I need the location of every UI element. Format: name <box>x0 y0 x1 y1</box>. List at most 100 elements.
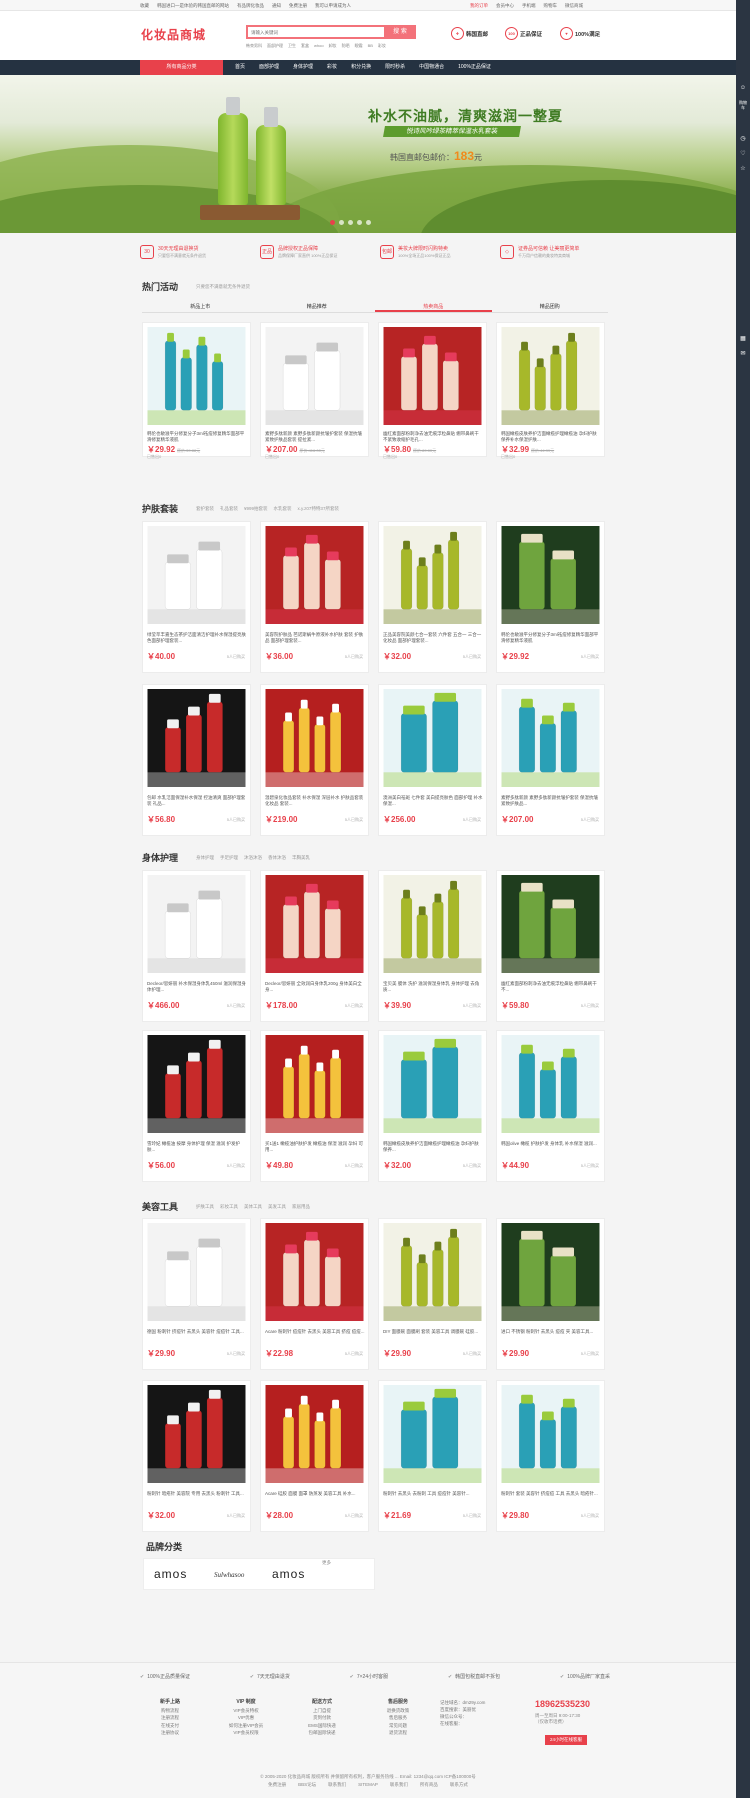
product-card[interactable]: 进口 不锈钢 粉刺针 去黑头 痘痘 夹 美容工具... ￥29.90 5人已购买 <box>496 1218 605 1370</box>
category-tag[interactable]: 家居用品 <box>292 1204 310 1210</box>
topbar-link[interactable]: 韩国进口一是体验的韩国直邮的网站 <box>157 3 229 9</box>
hero-banner[interactable]: 补水不油腻，清爽滋润一整夏 悦诗风吟绿茶精萃保湿水乳套装 韩国直邮包邮价：183… <box>0 75 736 233</box>
product-image[interactable] <box>383 875 482 973</box>
product-name[interactable]: 幽红素面部粉刺净去油无痕浮粒鼻贴 绷带鼻刷干不... <box>501 981 601 993</box>
product-card[interactable]: 韩国橄榄皮肤养护洁面橄榄护理橄榄油 孕妇护肤保养补水保湿护肤... ￥32.99 原… <box>496 322 605 459</box>
history-icon[interactable]: ◷ <box>739 135 747 143</box>
product-image[interactable] <box>383 1385 482 1483</box>
product-image[interactable] <box>501 875 600 973</box>
product-name[interactable]: Acare 硅胶 面膜 面罩 防蒸发 美容工具 补水... <box>265 1491 365 1503</box>
tab-3[interactable]: 热卖商品 <box>375 301 492 312</box>
hot-word-link[interactable]: 套盒 <box>301 43 309 49</box>
product-image[interactable] <box>501 689 600 787</box>
footer-link[interactable]: 上门自提 <box>302 1707 342 1715</box>
hot-word-link[interactable]: 卸妆 <box>329 43 337 49</box>
all-categories-button[interactable]: 所有商品分类 <box>140 60 223 75</box>
product-image[interactable] <box>383 1223 482 1321</box>
product-name[interactable]: 正品美容院美颜七合一套装 六件套 五合一 三合一化妆品 面部护理套装... <box>383 632 483 644</box>
topbar-link[interactable]: 通知 <box>272 3 281 9</box>
product-name[interactable]: 买1送1 橄榄油护肤护发 橄榄油 保湿 滋润 孕妇 可用... <box>265 1141 365 1153</box>
category-tag[interactable]: 彩妆工具 <box>220 1204 238 1210</box>
footer-link[interactable]: 货到付款 <box>302 1714 342 1722</box>
user-icon[interactable]: ☺ <box>739 85 747 93</box>
product-card[interactable]: 德国 粉刺针 挤痘针 去黑头 美容针 痘痘针 工具... ￥29.90 5人已购买 <box>142 1218 251 1370</box>
nav-item[interactable]: 限时秒杀 <box>378 60 412 75</box>
product-card[interactable]: 绿莹萃丰嘉生态茶护洁面清洁护理补水保湿提亮肤色面部护理套装... ￥40.00 5人… <box>142 521 251 673</box>
category-tag[interactable]: 水乳套装 <box>274 506 292 512</box>
product-image[interactable] <box>501 1035 600 1133</box>
hot-word-link[interactable]: 防晒 <box>342 43 350 49</box>
topbar-link[interactable]: 我可以申请成为人 <box>315 3 351 9</box>
star-icon[interactable]: ☆ <box>739 165 747 173</box>
product-name[interactable]: DIY 面膜碗 面膜刷 套装 美容工具 调膜碗 硅胶... <box>383 1329 483 1341</box>
product-image[interactable] <box>147 1385 246 1483</box>
product-card[interactable]: 韩国olive 橄榄 护肤护发 身体乳 补水保湿 滋润... ￥44.90 5人已购… <box>496 1030 605 1182</box>
product-card[interactable]: 素野多肽新颜 素野多肽新颜抗皱护套装 保湿抗皱紧致护肤品套装 提拉紧... ￥20… <box>260 322 369 459</box>
nav-item[interactable]: 中国物通合 <box>412 60 451 75</box>
product-name[interactable]: 韩伦也敏滋平分修复分子3ml祛痘修复精华面部平滑修复精华液肌 <box>147 431 247 443</box>
footer-link[interactable]: 在线支付 <box>150 1722 190 1730</box>
footer-bottom-link[interactable]: 联系我们 <box>328 1781 346 1789</box>
topbar-link[interactable]: 会员中心 <box>496 3 514 9</box>
search-button[interactable]: 搜 索 <box>384 25 416 39</box>
product-name[interactable]: 韩国olive 橄榄 护肤护发 身体乳 补水保湿 滋润... <box>501 1141 601 1153</box>
nav-item[interactable]: 面部护理 <box>252 60 286 75</box>
product-card[interactable]: 包邮 水乳洁面保湿补水保湿 控油清爽 面部护理套装 礼品... ￥56.80 5人已… <box>142 684 251 836</box>
footer-link[interactable]: VIP优惠 <box>226 1714 266 1722</box>
topbar-link[interactable]: 购物车 <box>544 3 558 9</box>
product-image[interactable] <box>265 1223 364 1321</box>
category-tag[interactable]: 丰胸美乳 <box>292 855 310 861</box>
online-service-button[interactable]: 24小时在线客服 <box>545 1735 587 1745</box>
product-card[interactable]: 韩伦也敏滋平分修复分子3ml祛痘修复精华面部平滑修复精华液肌 ￥29.92 5人已购… <box>496 521 605 673</box>
product-name[interactable]: Acare 粉刺针 痘痘针 去黑头 美容工具 挤痘 痘痘... <box>265 1329 365 1341</box>
product-image[interactable] <box>501 1385 600 1483</box>
topbar-link[interactable]: 我的订单 <box>470 3 488 9</box>
product-name[interactable]: 粉刺针 套装 美容针 挤痘痘 工具 去黑头 暗疮针... <box>501 1491 601 1503</box>
product-name[interactable]: 粉刺针 去黑头 去粉刺 工具 痘痘针 美容针... <box>383 1491 483 1503</box>
product-image[interactable] <box>501 526 600 624</box>
category-tag[interactable]: 手足护理 <box>220 855 238 861</box>
product-name[interactable]: 粉刺针 暗疮针 美容院 专用 去黑头 粉刺针 工具... <box>147 1491 247 1503</box>
hot-word-link[interactable]: 眼霜 <box>355 43 363 49</box>
category-tag[interactable]: ¥999拍套装 <box>244 506 268 512</box>
footer-link[interactable]: 如何注册VIP会员 <box>226 1722 266 1730</box>
product-image[interactable] <box>265 875 364 973</box>
product-card[interactable]: 宝贝美 膜体 洗护 滋润保湿身体乳 身体护理 去角质... ￥39.90 5人已购买 <box>378 870 487 1022</box>
product-card[interactable]: 温碧泉化妆品套装 补水保湿 深层补水 护肤品套装 化妆品 套装... ￥219.0… <box>260 684 369 836</box>
product-name[interactable]: Decleor/思妍丽 全效润白身体乳200g 身体美白全身... <box>265 981 365 993</box>
product-image[interactable] <box>501 1223 600 1321</box>
product-card[interactable]: 粉刺针 暗疮针 美容院 专用 去黑头 粉刺针 工具... ￥32.00 5人已购买 <box>142 1380 251 1532</box>
topbar-link[interactable]: 手机端 <box>522 3 536 9</box>
product-image[interactable] <box>383 327 482 425</box>
product-name[interactable]: 德国 粉刺针 挤痘针 去黑头 美容针 痘痘针 工具... <box>147 1329 247 1341</box>
footer-link[interactable]: 退换货政策 <box>378 1707 418 1715</box>
product-name[interactable]: 韩国橄榄皮肤养护洁面橄榄护理橄榄油 孕妇护肤保养补水保湿护肤... <box>501 431 601 443</box>
product-card[interactable]: 粉刺针 去黑头 去粉刺 工具 痘痘针 美容针... ￥21.69 5人已购买 <box>378 1380 487 1532</box>
product-image[interactable] <box>383 689 482 787</box>
category-tag[interactable]: 身体护理 <box>196 855 214 861</box>
hot-word-link[interactable]: 韩束男科 <box>246 43 262 49</box>
product-name[interactable]: 包邮 水乳洁面保湿补水保湿 控油清爽 面部护理套装 礼品... <box>147 795 247 807</box>
footer-link[interactable]: 常见问题 <box>378 1722 418 1730</box>
product-name[interactable]: 韩伦也敏滋平分修复分子3ml祛痘修复精华面部平滑修复精华液肌 <box>501 632 601 644</box>
hot-word-link[interactable]: 卫生 <box>288 43 296 49</box>
product-name[interactable]: 素野多肽新颜 素野多肽新颜抗皱护套装 保湿抗皱紧致护肤品... <box>501 795 601 807</box>
product-card[interactable]: 雪玲妃 橄榄油 按摩 身体护理 保湿 滋润 护发护肤... ￥56.00 5人已购买 <box>142 1030 251 1182</box>
product-card[interactable]: 买1送1 橄榄油护肤护发 橄榄油 保湿 滋润 孕妇 可用... ￥49.80 5人已… <box>260 1030 369 1182</box>
banner-dot[interactable] <box>330 220 335 225</box>
product-card[interactable]: Decleor/思妍丽 全效润白身体乳200g 身体美白全身... ￥178.00… <box>260 870 369 1022</box>
product-card[interactable]: 正品美容院美颜七合一套装 六件套 五合一 三合一化妆品 面部护理套装... ￥32… <box>378 521 487 673</box>
product-image[interactable] <box>265 1385 364 1483</box>
product-card[interactable]: 美容院护肤品 芭诺斯蜗牛原液补水护肤 套装 护肤品 面部护理套装... ￥36.0… <box>260 521 369 673</box>
heart-icon[interactable]: ♡ <box>739 150 747 158</box>
footer-link[interactable]: 包邮国际快递 <box>302 1729 342 1737</box>
category-tag[interactable]: 美发工具 <box>268 1204 286 1210</box>
footer-bottom-link[interactable]: 联系方式 <box>450 1781 468 1789</box>
product-card[interactable]: Decleor/思妍丽 补水保湿身体乳450ml 滋润保湿身体护理... ￥466… <box>142 870 251 1022</box>
hot-word-link[interactable]: whoo <box>314 43 324 49</box>
category-tag[interactable]: 护肤工具 <box>196 1204 214 1210</box>
footer-link[interactable]: VIP会员特权 <box>226 1707 266 1715</box>
product-card[interactable]: 韩伦也敏滋平分修复分子3ml祛痘修复精华面部平滑修复精华液肌 ￥29.92 原价:3… <box>142 322 251 459</box>
banner-dot[interactable] <box>339 220 344 225</box>
qrcode-icon[interactable]: ▦ <box>739 335 747 343</box>
